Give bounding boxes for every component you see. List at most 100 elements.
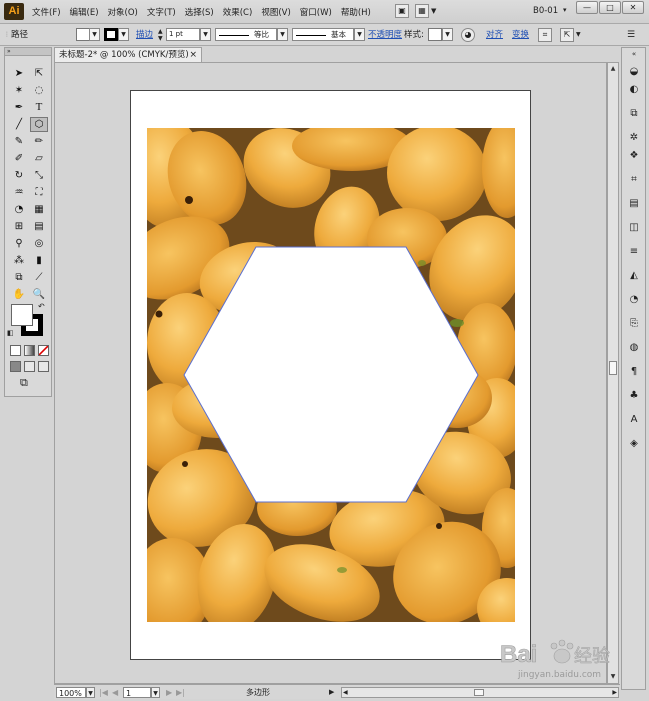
stroke-panel-link[interactable]: 描边 xyxy=(136,28,153,42)
paintbrush-tool-icon[interactable]: ✎ xyxy=(10,134,28,149)
transparency-panel-icon[interactable]: ◔ xyxy=(626,292,642,307)
artboard[interactable] xyxy=(130,90,531,660)
draw-behind-icon[interactable] xyxy=(24,361,35,372)
mesh-tool-icon[interactable]: ⊞ xyxy=(10,219,28,234)
warp-tool-icon[interactable]: ♒ xyxy=(10,185,28,200)
rotate-tool-icon[interactable]: ↻ xyxy=(10,168,28,183)
stroke-dropdown-icon[interactable]: ▼ xyxy=(118,28,129,41)
collapse-dock-icon[interactable]: « xyxy=(626,50,642,58)
arrange-dropdown-icon[interactable]: ▼ xyxy=(431,4,436,18)
transform-panel-icon[interactable]: ⌗ xyxy=(626,172,642,187)
bridge-icon[interactable]: ▣ xyxy=(395,4,409,18)
brushes-panel-icon[interactable]: ✲ xyxy=(626,130,642,145)
symbol-sprayer-tool-icon[interactable]: ⁂ xyxy=(10,253,28,268)
graphic-styles-icon[interactable]: ♣ xyxy=(626,388,642,403)
next-artboard-icon[interactable]: ▶ xyxy=(166,687,172,698)
blend-tool-icon[interactable]: ◎ xyxy=(30,236,48,251)
status-menu-icon[interactable]: ▶ xyxy=(329,687,334,698)
direct-selection-tool-icon[interactable]: ⇱ xyxy=(30,66,48,81)
color-panel-icon[interactable]: ◒ xyxy=(626,64,642,79)
type-tool-icon[interactable]: T xyxy=(30,100,48,115)
zoom-field[interactable]: 100% xyxy=(56,687,86,698)
color-guide-icon[interactable]: ◐ xyxy=(626,82,642,97)
menu-object[interactable]: 对象(O) xyxy=(108,6,138,18)
arrange-documents-icon[interactable]: ▦ xyxy=(415,4,429,18)
line-segment-tool-icon[interactable]: ╱ xyxy=(10,117,28,132)
brush-dropdown-icon[interactable]: ▼ xyxy=(354,28,365,41)
menu-file[interactable]: 文件(F) xyxy=(32,6,61,18)
transform-panel-link[interactable]: 变换 xyxy=(512,28,529,42)
symbols-panel-icon[interactable]: ❖ xyxy=(626,148,642,163)
scale-tool-icon[interactable]: ⤡ xyxy=(30,168,48,183)
blob-brush-tool-icon[interactable]: ✐ xyxy=(10,151,28,166)
artboard-dropdown-icon[interactable]: ▼ xyxy=(151,687,160,698)
opacity-panel-link[interactable]: 不透明度 xyxy=(368,28,402,42)
previous-artboard-icon[interactable]: ◀ xyxy=(112,687,118,698)
recolor-artwork-icon[interactable]: ◕ xyxy=(461,28,475,42)
stroke-stepper-icon[interactable]: ▲ ▼ xyxy=(158,28,163,42)
pathfinder-panel-icon[interactable]: ◫ xyxy=(626,220,642,235)
mango-photo[interactable] xyxy=(147,128,515,622)
eraser-tool-icon[interactable]: ▱ xyxy=(30,151,48,166)
color-mode-icon[interactable] xyxy=(10,345,21,356)
selection-tool-icon[interactable]: ➤ xyxy=(10,66,28,81)
style-dropdown-icon[interactable]: ▼ xyxy=(442,28,453,41)
character-panel-icon[interactable]: ◍ xyxy=(626,340,642,355)
opentype-panel-icon[interactable]: A xyxy=(626,412,642,427)
gradient-mode-icon[interactable] xyxy=(24,345,35,356)
chevron-down-icon[interactable]: ▾ xyxy=(563,6,567,14)
perspective-grid-tool-icon[interactable]: ▦ xyxy=(30,202,48,217)
workspace-switcher[interactable]: B0-01 xyxy=(533,6,558,16)
lasso-tool-icon[interactable]: ◌ xyxy=(30,83,48,98)
first-artboard-icon[interactable]: |◀ xyxy=(99,687,108,698)
edit-dropdown-icon[interactable]: ▼ xyxy=(576,28,581,42)
stroke-panel-icon[interactable]: ≡ xyxy=(626,244,642,259)
vertical-scroll-thumb[interactable] xyxy=(609,361,617,375)
scroll-left-icon[interactable]: ◀ xyxy=(343,688,348,697)
appearance-panel-icon[interactable]: ⎘ xyxy=(626,316,642,331)
pencil-tool-icon[interactable]: ✏ xyxy=(30,134,48,149)
screen-mode-icon[interactable]: ⧉ xyxy=(20,376,28,390)
menu-view[interactable]: 视图(V) xyxy=(261,6,290,18)
column-graph-tool-icon[interactable]: ▮ xyxy=(30,253,48,268)
brush-definition[interactable]: 基本 xyxy=(292,28,354,41)
layers-panel-icon[interactable]: ◈ xyxy=(626,436,642,451)
paragraph-panel-icon[interactable]: ¶ xyxy=(626,364,642,379)
stroke-weight-field[interactable]: 1 pt xyxy=(166,28,200,41)
profile-dropdown-icon[interactable]: ▼ xyxy=(277,28,288,41)
artboard-number-field[interactable]: 1 xyxy=(123,687,151,698)
menu-help[interactable]: 帮助(H) xyxy=(341,6,371,18)
none-mode-icon[interactable] xyxy=(38,345,49,356)
fill-color-box[interactable] xyxy=(11,304,33,326)
scroll-right-icon[interactable]: ▶ xyxy=(612,688,617,697)
magic-wand-tool-icon[interactable]: ✶ xyxy=(10,83,28,98)
draw-inside-icon[interactable] xyxy=(38,361,49,372)
isolate-object-icon[interactable]: ⌗ xyxy=(538,28,552,42)
polygon-tool-icon[interactable]: ⬡ xyxy=(30,117,48,132)
last-artboard-icon[interactable]: ▶| xyxy=(176,687,185,698)
maximize-button[interactable]: □ xyxy=(599,1,621,14)
shape-builder-tool-icon[interactable]: ◔ xyxy=(10,202,28,217)
panel-menu-icon[interactable]: ☰ xyxy=(627,28,635,42)
eyedropper-tool-icon[interactable]: ⚲ xyxy=(10,236,28,251)
gradient-tool-icon[interactable]: ▤ xyxy=(30,219,48,234)
variable-width-profile[interactable]: 等比 xyxy=(215,28,277,41)
align-panel-link[interactable]: 对齐 xyxy=(486,28,503,42)
artboard-tool-icon[interactable]: ⧉ xyxy=(10,270,28,285)
document-canvas[interactable] xyxy=(54,62,607,684)
menu-type[interactable]: 文字(T) xyxy=(147,6,176,18)
draw-normal-icon[interactable] xyxy=(10,361,21,372)
zoom-tool-icon[interactable]: 🔍 xyxy=(30,287,48,302)
menu-window[interactable]: 窗口(W) xyxy=(300,6,332,18)
vertical-scrollbar[interactable]: ▲ ▼ xyxy=(607,62,619,684)
stroke-swatch[interactable] xyxy=(104,28,118,41)
horizontal-scrollbar[interactable]: ◀ ▶ xyxy=(341,687,619,698)
edit-contents-icon[interactable]: ⇱ xyxy=(560,28,574,42)
close-icon[interactable]: × xyxy=(189,48,197,62)
menu-select[interactable]: 选择(S) xyxy=(185,6,214,18)
menu-effect[interactable]: 效果(C) xyxy=(223,6,253,18)
gradient-panel-icon[interactable]: ◭ xyxy=(626,268,642,283)
slice-tool-icon[interactable]: ⟋ xyxy=(30,270,48,285)
scroll-up-icon[interactable]: ▲ xyxy=(608,64,618,74)
close-button[interactable]: ✕ xyxy=(622,1,644,14)
